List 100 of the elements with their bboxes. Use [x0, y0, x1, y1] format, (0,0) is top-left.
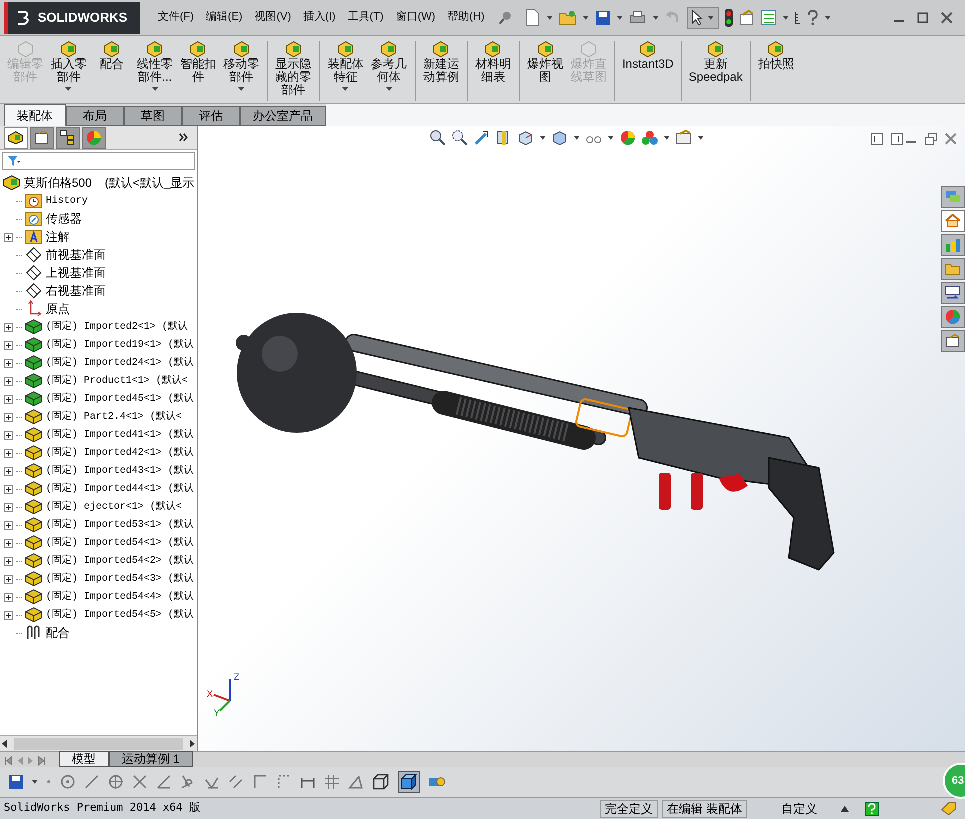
- grid-icon[interactable]: [324, 774, 340, 790]
- tree-item[interactable]: (固定) Imported54<4> (默认: [46, 590, 194, 604]
- expand-icon[interactable]: [4, 376, 12, 386]
- tree-item[interactable]: (固定) Imported54<5> (默认: [46, 608, 194, 622]
- toolbar-button[interactable]: 参考几何体: [368, 38, 411, 91]
- zoom-area-icon[interactable]: [452, 130, 468, 146]
- help-icon[interactable]: [865, 802, 880, 816]
- tree-item[interactable]: (固定) Imported53<1> (默认: [46, 518, 194, 532]
- toolbar-button[interactable]: 更新 Speedpak: [686, 38, 746, 84]
- restore-icon[interactable]: [925, 133, 937, 145]
- tree-item[interactable]: (固定) Imported54<2> (默认: [46, 554, 194, 568]
- menu-item[interactable]: 窗口(W): [390, 9, 442, 26]
- command-tab[interactable]: 评估: [182, 106, 240, 126]
- tree-item[interactable]: (固定) Part2.4<1> (默认<: [46, 410, 182, 424]
- command-tab[interactable]: 布局: [66, 106, 124, 126]
- bottom-tab[interactable]: 运动算例 1: [109, 751, 194, 767]
- tree-item[interactable]: (固定) ejector<1> (默认<: [46, 500, 182, 514]
- caret-icon[interactable]: [824, 16, 831, 20]
- caret-icon[interactable]: [582, 16, 589, 20]
- caret-icon[interactable]: [698, 136, 704, 140]
- caret-icon[interactable]: [782, 16, 789, 20]
- shaded-view-button[interactable]: [398, 771, 420, 793]
- tree-item[interactable]: 配合: [46, 624, 70, 642]
- tree-item[interactable]: (固定) Imported42<1> (默认: [46, 446, 194, 460]
- expand-icon[interactable]: [4, 592, 12, 602]
- expand-icon[interactable]: [4, 322, 12, 332]
- line-icon[interactable]: [84, 774, 100, 790]
- caret-icon[interactable]: [546, 16, 553, 20]
- menu-item[interactable]: 文件(F): [152, 9, 200, 26]
- command-tab[interactable]: 装配体: [4, 104, 66, 126]
- tree-item[interactable]: 前视基准面: [46, 246, 106, 264]
- caret-icon[interactable]: [32, 780, 38, 784]
- printer-icon[interactable]: [628, 10, 647, 26]
- expand-icon[interactable]: [4, 502, 12, 512]
- tree-item[interactable]: 注解: [46, 228, 70, 246]
- menu-item[interactable]: 视图(V): [248, 9, 298, 26]
- options-icon[interactable]: [738, 10, 755, 26]
- command-tab[interactable]: 办公室产品: [240, 106, 326, 126]
- expand-icon[interactable]: [4, 574, 12, 584]
- toolbar-button[interactable]: 显示隐藏的零部件: [272, 38, 316, 97]
- last-tab-icon[interactable]: [37, 755, 47, 767]
- caret-icon[interactable]: [608, 136, 614, 140]
- close-icon[interactable]: [941, 12, 953, 24]
- expand-panel-icon[interactable]: [179, 133, 189, 142]
- expand-icon[interactable]: [4, 232, 12, 242]
- menu-item[interactable]: 编辑(E): [200, 9, 249, 26]
- parallel-lines-icon[interactable]: [228, 774, 244, 790]
- select-button[interactable]: [686, 6, 719, 28]
- tag-icon[interactable]: [941, 802, 957, 816]
- angle-icon[interactable]: [156, 774, 172, 790]
- view-orientation-icon[interactable]: [518, 130, 534, 146]
- tree-item[interactable]: 右视基准面: [46, 282, 106, 300]
- zoom-to-fit-icon[interactable]: [430, 130, 446, 146]
- tree-root-label[interactable]: 莫斯伯格500: [24, 174, 92, 192]
- configuration-manager-tab[interactable]: [56, 126, 80, 148]
- bottom-tab[interactable]: 模型: [59, 751, 109, 767]
- circle-icon[interactable]: [60, 774, 76, 790]
- tree-item[interactable]: (固定) Imported41<1> (默认: [46, 428, 194, 442]
- tree-item[interactable]: (固定) Imported54<3> (默认: [46, 572, 194, 586]
- feature-manager-tab[interactable]: [4, 126, 28, 148]
- checklist-icon[interactable]: [760, 10, 777, 26]
- custom-properties-tab[interactable]: [941, 330, 965, 352]
- property-manager-tab[interactable]: [30, 126, 54, 148]
- triangle-icon[interactable]: [348, 774, 364, 790]
- expand-icon[interactable]: [4, 538, 12, 548]
- corner-icon[interactable]: [252, 774, 268, 790]
- trim-icon[interactable]: [132, 774, 148, 790]
- toolbar-button[interactable]: 插入零部件: [47, 38, 90, 91]
- tree-item[interactable]: (固定) Imported2<1> (默认: [46, 320, 188, 334]
- toolbar-button[interactable]: 线性零部件...: [134, 38, 177, 91]
- loop-icon[interactable]: [180, 774, 196, 790]
- expand-icon[interactable]: [4, 412, 12, 422]
- tree-item[interactable]: 上视基准面: [46, 264, 106, 282]
- first-tab-icon[interactable]: [4, 755, 14, 767]
- tree-item[interactable]: (固定) Imported54<1> (默认: [46, 536, 194, 550]
- caret-icon[interactable]: [616, 16, 623, 20]
- expand-icon[interactable]: [4, 610, 12, 620]
- save-icon[interactable]: [594, 10, 611, 26]
- expand-icon[interactable]: [4, 340, 12, 350]
- caret-up-icon[interactable]: [841, 806, 850, 812]
- traffic-light-icon[interactable]: [724, 8, 733, 26]
- toolbar-button[interactable]: 移动零部件: [220, 38, 264, 91]
- scroll-right-icon[interactable]: [187, 738, 197, 748]
- tree-item[interactable]: 原点: [46, 300, 70, 318]
- tree-item[interactable]: (固定) Imported44<1> (默认: [46, 482, 194, 496]
- toolbar-button[interactable]: 爆炸视图: [524, 38, 568, 84]
- expand-icon[interactable]: [4, 358, 12, 368]
- maximize-icon[interactable]: [917, 12, 929, 24]
- tile-right-icon[interactable]: [891, 133, 903, 145]
- filter-field[interactable]: [2, 152, 195, 170]
- menu-item[interactable]: 插入(I): [297, 9, 342, 26]
- expand-icon[interactable]: [4, 484, 12, 494]
- expand-icon[interactable]: [4, 466, 12, 476]
- measure-icon[interactable]: [428, 775, 446, 789]
- expand-icon[interactable]: [4, 448, 12, 458]
- save-icon[interactable]: [8, 774, 24, 790]
- ruler-icon[interactable]: [794, 10, 801, 24]
- toolbar-button[interactable]: 材料明细表: [472, 38, 516, 84]
- tree-item[interactable]: (固定) Imported19<1> (默认: [46, 338, 194, 352]
- scrollbar-track[interactable]: [14, 738, 183, 750]
